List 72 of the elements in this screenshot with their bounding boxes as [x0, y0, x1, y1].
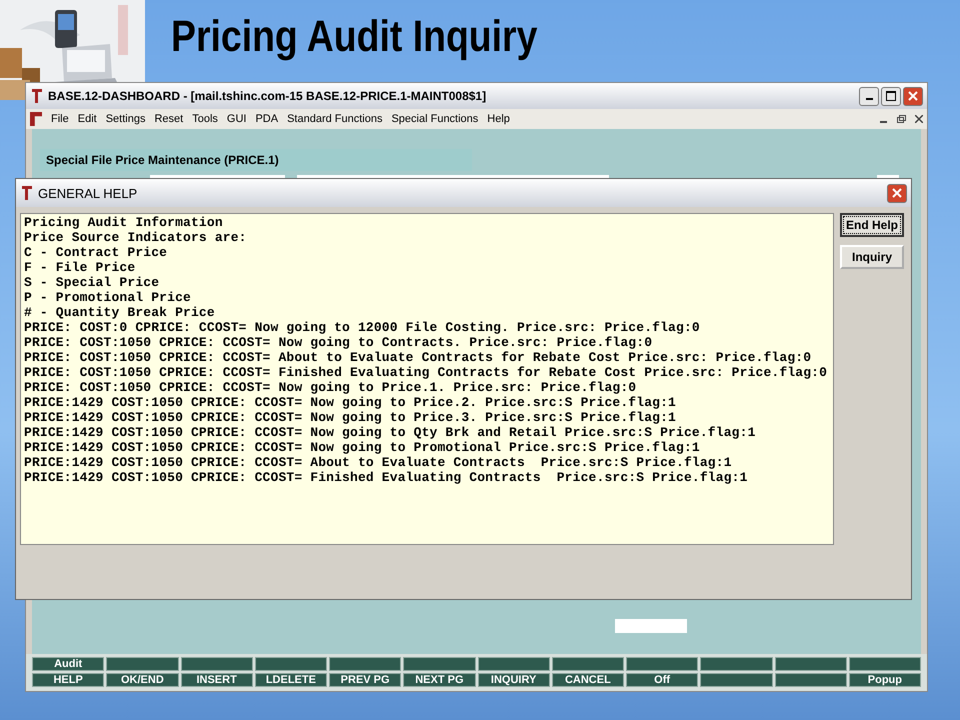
menu-item[interactable]: Special Functions [391, 113, 478, 125]
help-line: PRICE: COST:1050 CPRICE: CCOST= Now going to Contracts. Price.src: Price.flag:0 [24, 335, 652, 350]
help-line: PRICE:1429 COST:1050 CPRICE: CCOST= Finished Evaluating Contracts Price.src:S Price.flag:1 [24, 470, 748, 485]
dialog-title: GENERAL HELP [38, 186, 138, 200]
function-key[interactable] [329, 657, 402, 671]
function-key[interactable] [848, 657, 921, 671]
menu-item[interactable]: GUI [226, 113, 246, 125]
help-line: PRICE: COST:1050 CPRICE: CCOST= Now going to Price.1. Price.src: Price.flag:0 [24, 380, 636, 395]
help-line: PRICE: COST:1050 CPRICE: CCOST= About to Evaluate Contracts for Rebate Cost Price.src: Price.flag:0 [24, 350, 812, 365]
help-line: S - Special Price [24, 275, 160, 290]
function-key[interactable] [180, 657, 253, 671]
help-line: Pricing Audit Information [24, 215, 223, 230]
minimize-icon [866, 98, 872, 100]
function-key[interactable] [478, 657, 550, 671]
help-line: PRICE:1429 COST:1050 CPRICE: CCOST= Now going to Price.2. Price.src:S Price.flag:1 [24, 395, 676, 410]
help-line: PRICE:1429 COST:1050 CPRICE: CCOST= Now going to Promotional Price.src:S Price.flag:1 [24, 440, 700, 455]
help-line: PRICE: COST:0 CPRICE: CCOST= Now going to 12000 File Costing. Price.src: Price.flag:0 [24, 320, 700, 335]
menu-item[interactable]: Tools [192, 113, 218, 125]
function-key[interactable]: Popup [848, 673, 921, 687]
function-key[interactable] [106, 657, 178, 671]
dialog-button[interactable]: End Help [840, 213, 904, 237]
function-key[interactable] [700, 657, 772, 671]
function-key[interactable]: INQUIRY [478, 673, 550, 687]
menu-item[interactable]: Settings [106, 113, 146, 125]
screen-title: Special File Price Maintenance (PRICE.1) [40, 149, 472, 171]
close-icon [908, 91, 918, 101]
help-line: PRICE:1429 COST:1050 CPRICE: CCOST= About to Evaluate Contracts Price.src:S Price.flag:1 [24, 455, 732, 470]
restore-icon[interactable] [897, 115, 906, 123]
menu-item[interactable]: Reset [154, 113, 184, 125]
dialog-button[interactable]: Inquiry [840, 245, 904, 269]
function-key[interactable] [403, 657, 476, 671]
maximize-icon [886, 91, 896, 101]
close-icon[interactable] [915, 115, 923, 123]
help-line: PRICE:1429 COST:1050 CPRICE: CCOST= Now going to Qty Brk and Retail Price.src:S Price.flag:1 [24, 425, 756, 440]
function-key[interactable]: LDELETE [254, 673, 327, 687]
function-key[interactable]: PREV PG [329, 673, 402, 687]
app-logo-icon [30, 88, 44, 104]
window-title: BASE.12-DASHBOARD - [mail.tshinc.com-15 BASE.12-PRICE.1-MAINT008$1] [48, 89, 486, 103]
slide-title: Pricing Audit Inquiry [171, 12, 538, 62]
close-button[interactable] [903, 86, 923, 106]
minimize-button[interactable] [859, 86, 879, 106]
function-key[interactable] [626, 657, 698, 671]
function-key[interactable]: Audit [32, 657, 104, 671]
maximize-button[interactable] [881, 86, 901, 106]
help-line: # - Quantity Break Price [24, 305, 215, 320]
help-line: PRICE: COST:1050 CPRICE: CCOST= Finished Evaluating Contracts for Rebate Cost Price.src: Price.flag:0 [24, 365, 828, 380]
menu-item[interactable]: File [51, 113, 69, 125]
menu-item[interactable]: Standard Functions [287, 113, 382, 125]
menu-item[interactable]: Edit [78, 113, 97, 125]
help-line: P - Promotional Price [24, 290, 191, 305]
function-key[interactable] [552, 657, 624, 671]
function-key[interactable]: HELP [32, 673, 104, 687]
function-key[interactable]: Off [626, 673, 698, 687]
close-icon [892, 188, 902, 198]
app-logo-icon [20, 185, 34, 201]
function-key[interactable] [774, 657, 847, 671]
function-key[interactable]: CANCEL [552, 673, 624, 687]
help-line: PRICE:1429 COST:1050 CPRICE: CCOST= Now going to Price.3. Price.src:S Price.flag:1 [24, 410, 676, 425]
function-key[interactable]: OK/END [106, 673, 178, 687]
menu-item[interactable]: Help [487, 113, 510, 125]
function-key[interactable]: INSERT [180, 673, 253, 687]
help-line: C - Contract Price [24, 245, 168, 260]
function-key[interactable] [700, 673, 772, 687]
function-key[interactable] [254, 657, 327, 671]
app-logo-icon [30, 112, 42, 126]
function-key[interactable]: NEXT PG [403, 673, 476, 687]
function-key[interactable] [774, 673, 847, 687]
menu-item[interactable]: PDA [255, 113, 278, 125]
help-line: F - File Price [24, 260, 136, 275]
help-line: Price Source Indicators are: [24, 230, 247, 245]
input-field[interactable] [615, 619, 687, 633]
close-button[interactable] [887, 184, 907, 202]
